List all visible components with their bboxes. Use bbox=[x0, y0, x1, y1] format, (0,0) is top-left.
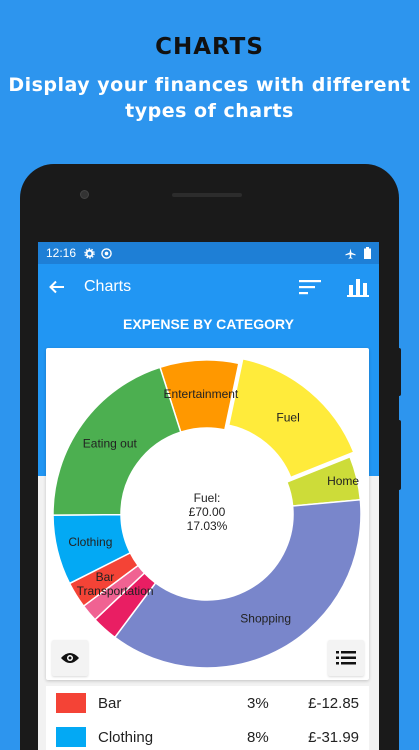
list-icon bbox=[336, 651, 356, 665]
gear-icon bbox=[84, 247, 95, 259]
legend-percent: 3% bbox=[247, 694, 269, 712]
status-bar: 12:16 bbox=[38, 242, 379, 264]
legend-amount: £-31.99 bbox=[308, 728, 359, 746]
promo-subtitle-line2: types of charts bbox=[125, 100, 294, 122]
legend-name: Clothing bbox=[98, 728, 154, 746]
page-title: Charts bbox=[84, 278, 132, 295]
center-label: Fuel: bbox=[194, 491, 221, 505]
slice-label-transportation: Transportation bbox=[77, 584, 154, 598]
phone-power-button bbox=[396, 420, 401, 490]
sort-icon[interactable] bbox=[299, 279, 321, 295]
legend-row-bar[interactable]: Bar 3% £-12.85 bbox=[46, 686, 369, 720]
legend-list-button[interactable] bbox=[328, 640, 364, 676]
slice-label-shopping: Shopping bbox=[240, 612, 291, 626]
promo-subtitle-line1: Display your finances with different bbox=[8, 74, 411, 96]
center-percent: 17.03% bbox=[187, 519, 228, 533]
slice-label-fuel: Fuel bbox=[276, 411, 299, 425]
airplane-icon bbox=[345, 247, 356, 259]
chart-card: Entertainment Fuel Home Shopping Transportat… bbox=[46, 348, 369, 680]
app-screen: 12:16 Charts EXPENSE BY CATEGORY Enterta… bbox=[38, 242, 379, 750]
pie-chart[interactable]: Entertainment Fuel Home Shopping Transportat… bbox=[46, 348, 369, 680]
status-time: 12:16 bbox=[46, 246, 77, 260]
slice-label-entertainment: Entertainment bbox=[164, 387, 239, 401]
eye-icon bbox=[61, 653, 79, 663]
legend-swatch bbox=[56, 693, 86, 713]
legend-percent: 8% bbox=[247, 728, 269, 746]
arrow-left-icon[interactable] bbox=[48, 278, 66, 296]
center-value: £70.00 bbox=[189, 505, 226, 519]
legend-swatch bbox=[56, 727, 86, 747]
legend-name: Bar bbox=[98, 694, 122, 712]
slice-label-bar: Bar bbox=[96, 570, 115, 584]
category-legend-list: Bar 3% £-12.85 Clothing 8% £-31.99 bbox=[46, 686, 369, 750]
legend-amount: £-12.85 bbox=[308, 694, 359, 712]
toggle-labels-button[interactable] bbox=[52, 640, 88, 676]
slice-label-clothing: Clothing bbox=[68, 535, 112, 549]
sync-icon bbox=[101, 247, 112, 259]
promo-subtitle: Display your finances with different typ… bbox=[0, 72, 419, 124]
front-camera bbox=[80, 190, 89, 199]
bar-chart-icon[interactable] bbox=[347, 277, 369, 297]
earpiece-speaker bbox=[172, 193, 242, 197]
battery-icon bbox=[364, 247, 371, 259]
slice-label-home: Home bbox=[327, 474, 359, 488]
app-bar: Charts bbox=[38, 264, 379, 310]
section-title: EXPENSE BY CATEGORY bbox=[123, 316, 294, 332]
promo-title: CHARTS bbox=[155, 34, 264, 60]
slice-label-eating-out: Eating out bbox=[83, 437, 138, 451]
phone-volume-button bbox=[396, 348, 401, 396]
legend-row-clothing[interactable]: Clothing 8% £-31.99 bbox=[46, 720, 369, 750]
